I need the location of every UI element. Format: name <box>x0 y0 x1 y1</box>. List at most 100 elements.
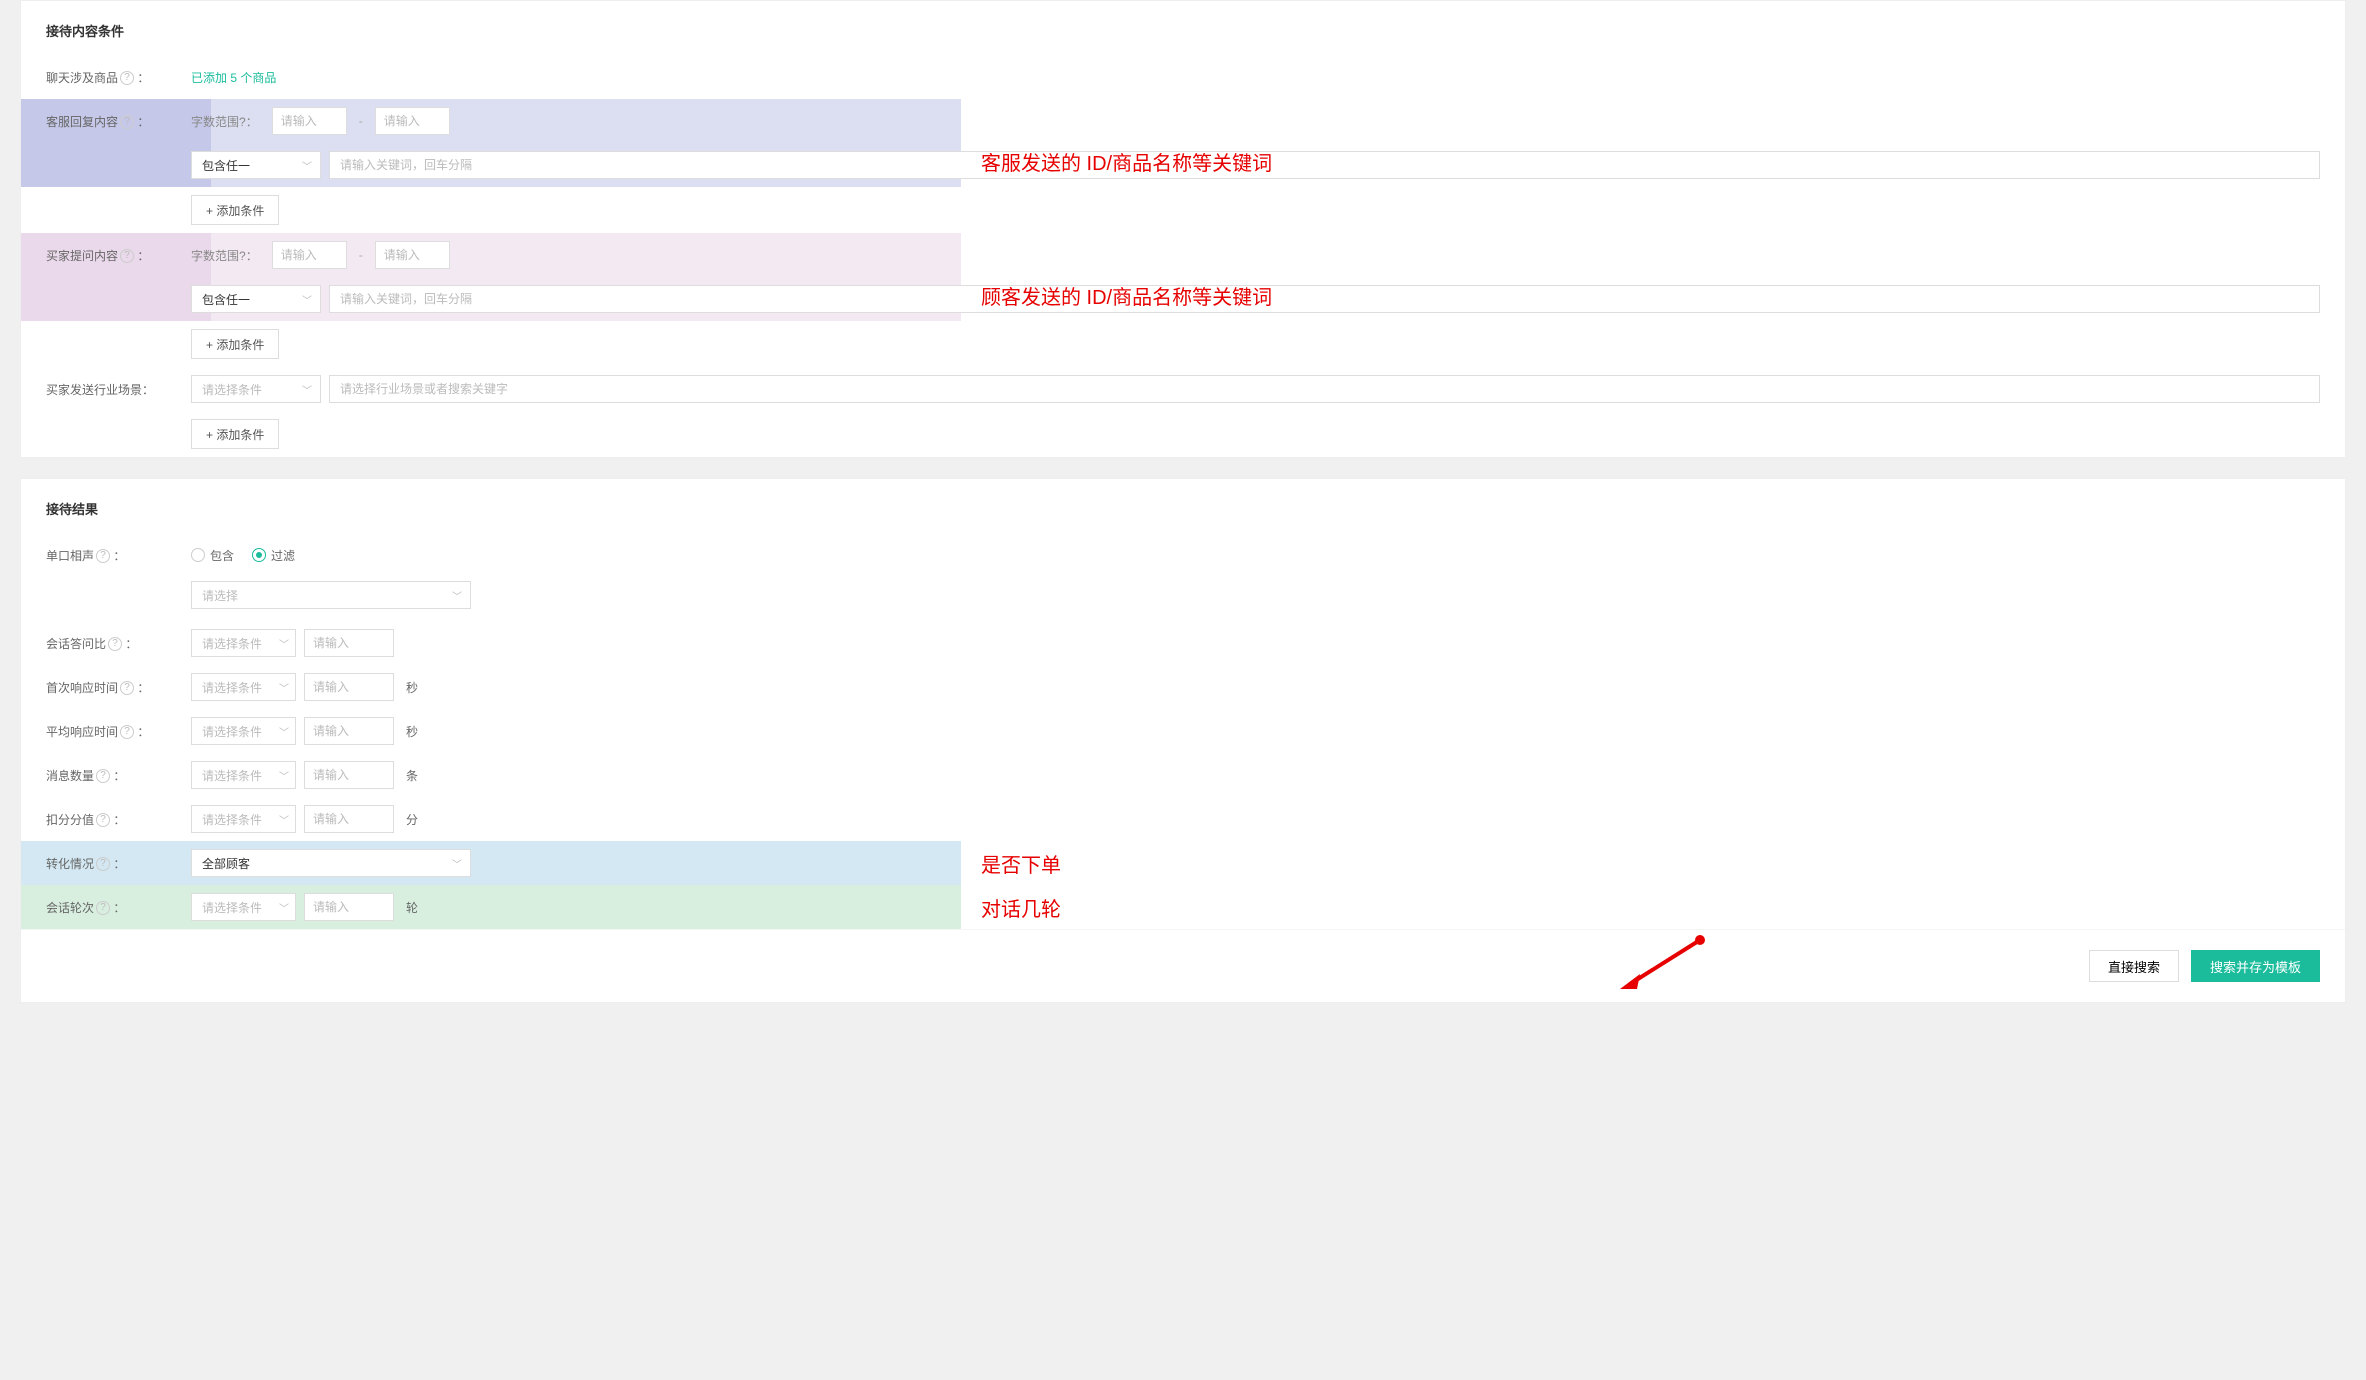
cs-reply-label: 客服回复内容 <box>46 115 118 129</box>
row-first-resp: 首次响应时间? ： 请选择条件﹀ 秒 <box>21 665 2345 709</box>
arrow-annotation-icon <box>1615 934 1705 994</box>
cs-add-condition-button[interactable]: + 添加条件 <box>191 195 279 225</box>
row-danko: 单口相声? ： 包含 过滤 <box>21 533 2345 577</box>
row-rounds: 会话轮次? ： 请选择条件﹀ 轮 对话几轮 <box>21 885 2345 929</box>
buyer-q-label: 买家提问内容 <box>46 249 118 263</box>
row-cs-reply: 客服回复内容? ： 字数范围?： - <box>21 99 2345 143</box>
row-buyer-scene: 买家发送行业场景： 请选择条件﹀ <box>21 367 2345 411</box>
scene-cond-select[interactable]: 请选择条件﹀ <box>191 375 321 403</box>
chevron-down-icon: ﹀ <box>302 158 312 173</box>
help-icon[interactable]: ? <box>120 249 134 263</box>
unit-rounds: 轮 <box>406 899 418 916</box>
row-msg-count: 消息数量? ： 请选择条件﹀ 条 <box>21 753 2345 797</box>
section-title-results: 接待结果 <box>21 479 2345 533</box>
help-icon[interactable]: ? <box>120 115 134 129</box>
help-icon[interactable]: ? <box>120 681 134 695</box>
chevron-down-icon: ﹀ <box>302 292 312 307</box>
help-icon[interactable]: ? <box>120 71 134 85</box>
rounds-input[interactable] <box>304 893 394 921</box>
annotation-cs: 客服发送的 ID/商品名称等关键词 <box>981 147 1272 176</box>
row-buyer-add: + 添加条件 <box>21 321 2345 367</box>
unit-seconds: 秒 <box>406 723 418 740</box>
answer-ratio-label: 会话答问比 <box>46 637 106 651</box>
rounds-label: 会话轮次 <box>46 901 94 915</box>
cs-wordrange-max-input[interactable] <box>375 107 450 135</box>
direct-search-button[interactable]: 直接搜索 <box>2089 950 2179 982</box>
msg-count-label: 消息数量 <box>46 769 94 783</box>
annotation-convert: 是否下单 <box>981 849 1061 878</box>
buyer-keyword-input[interactable] <box>329 285 2320 313</box>
unit-seconds: 秒 <box>406 679 418 696</box>
buyer-add-condition-button[interactable]: + 添加条件 <box>191 329 279 359</box>
wordrange-label: 字数范围 <box>191 115 239 129</box>
help-icon[interactable]: ? <box>96 769 110 783</box>
chevron-down-icon: ﹀ <box>279 680 289 695</box>
row-danko-select: 请选择﹀ <box>21 577 2345 621</box>
danko-select[interactable]: 请选择﹀ <box>191 581 471 609</box>
chevron-down-icon: ﹀ <box>452 588 462 603</box>
row-cs-add: + 添加条件 <box>21 187 2345 233</box>
danko-radio-include[interactable]: 包含 <box>191 547 234 564</box>
footer-bar: 直接搜索 搜索并存为模板 <box>21 929 2345 1002</box>
deduct-cond-select[interactable]: 请选择条件﹀ <box>191 805 296 833</box>
unit-points: 分 <box>406 811 418 828</box>
cs-wordrange-min-input[interactable] <box>272 107 347 135</box>
chevron-down-icon: ﹀ <box>279 636 289 651</box>
help-icon[interactable]: ? <box>96 813 110 827</box>
row-buyer-q-keyword: 包含任一﹀ 顾客发送的 ID/商品名称等关键词 <box>21 277 2345 321</box>
help-icon[interactable]: ? <box>120 725 134 739</box>
cs-keyword-input[interactable] <box>329 151 2320 179</box>
cs-contain-select[interactable]: 包含任一﹀ <box>191 151 321 179</box>
deduct-input[interactable] <box>304 805 394 833</box>
convert-label: 转化情况 <box>46 857 94 871</box>
search-save-template-button[interactable]: 搜索并存为模板 <box>2191 950 2320 982</box>
first-resp-cond-select[interactable]: 请选择条件﹀ <box>191 673 296 701</box>
help-icon[interactable]: ? <box>96 901 110 915</box>
annotation-buyer: 顾客发送的 ID/商品名称等关键词 <box>981 281 1272 310</box>
section-title-conditions: 接待内容条件 <box>21 1 2345 55</box>
row-avg-resp: 平均响应时间? ： 请选择条件﹀ 秒 <box>21 709 2345 753</box>
help-icon[interactable]: ? <box>239 249 246 263</box>
answer-ratio-input[interactable] <box>304 629 394 657</box>
first-resp-input[interactable] <box>304 673 394 701</box>
row-convert: 转化情况? ： 全部顾客﹀ 是否下单 <box>21 841 2345 885</box>
row-cs-reply-keyword: 包含任一﹀ 客服发送的 ID/商品名称等关键词 <box>21 143 2345 187</box>
chevron-down-icon: ﹀ <box>302 382 312 397</box>
annotation-rounds: 对话几轮 <box>981 893 1061 922</box>
products-link[interactable]: 已添加 5 个商品 <box>191 69 276 86</box>
answer-ratio-cond-select[interactable]: 请选择条件﹀ <box>191 629 296 657</box>
buyer-wordrange-max-input[interactable] <box>375 241 450 269</box>
chevron-down-icon: ﹀ <box>279 768 289 783</box>
danko-label: 单口相声 <box>46 549 94 563</box>
msg-count-input[interactable] <box>304 761 394 789</box>
help-icon[interactable]: ? <box>96 549 110 563</box>
row-scene-add: + 添加条件 <box>21 411 2345 457</box>
row-buyer-q: 买家提问内容? ： 字数范围?： - <box>21 233 2345 277</box>
row-deduct: 扣分分值? ： 请选择条件﹀ 分 <box>21 797 2345 841</box>
chevron-down-icon: ﹀ <box>279 900 289 915</box>
wordrange-label: 字数范围 <box>191 249 239 263</box>
scene-input[interactable] <box>329 375 2320 403</box>
help-icon[interactable]: ? <box>239 115 246 129</box>
row-answer-ratio: 会话答问比? ： 请选择条件﹀ <box>21 621 2345 665</box>
avg-resp-cond-select[interactable]: 请选择条件﹀ <box>191 717 296 745</box>
unit-items: 条 <box>406 767 418 784</box>
help-icon[interactable]: ? <box>96 857 110 871</box>
convert-select[interactable]: 全部顾客﹀ <box>191 849 471 877</box>
chevron-down-icon: ﹀ <box>279 812 289 827</box>
buyer-scene-label: 买家发送行业场景 <box>46 383 142 397</box>
scene-add-condition-button[interactable]: + 添加条件 <box>191 419 279 449</box>
buyer-contain-select[interactable]: 包含任一﹀ <box>191 285 321 313</box>
deduct-label: 扣分分值 <box>46 813 94 827</box>
help-icon[interactable]: ? <box>108 637 122 651</box>
rounds-cond-select[interactable]: 请选择条件﹀ <box>191 893 296 921</box>
first-resp-label: 首次响应时间 <box>46 681 118 695</box>
chevron-down-icon: ﹀ <box>279 724 289 739</box>
danko-radio-filter[interactable]: 过滤 <box>252 547 295 564</box>
avg-resp-input[interactable] <box>304 717 394 745</box>
chevron-down-icon: ﹀ <box>452 856 462 871</box>
msg-count-cond-select[interactable]: 请选择条件﹀ <box>191 761 296 789</box>
chat-products-label: 聊天涉及商品 <box>46 71 118 85</box>
row-chat-products: 聊天涉及商品? ： 已添加 5 个商品 <box>21 55 2345 99</box>
buyer-wordrange-min-input[interactable] <box>272 241 347 269</box>
